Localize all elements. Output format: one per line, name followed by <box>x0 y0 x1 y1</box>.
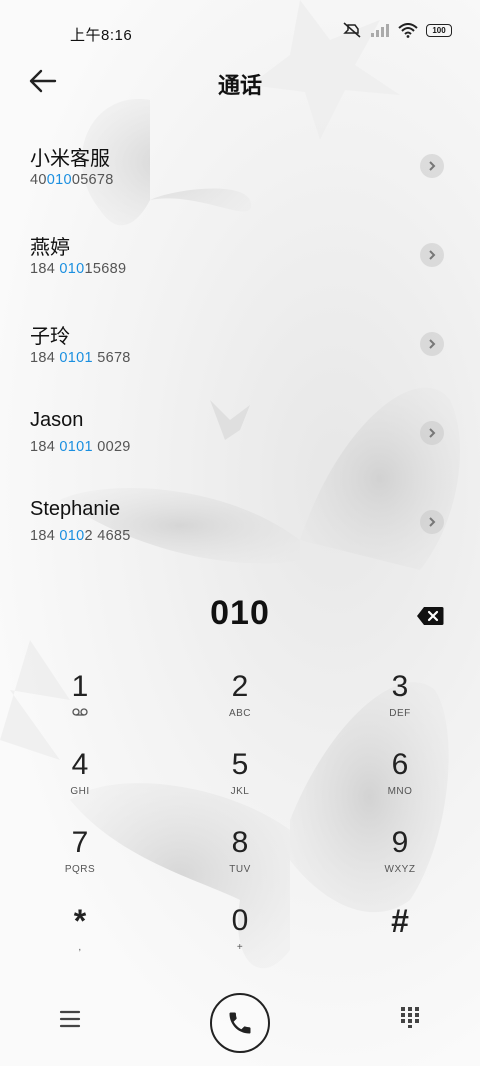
voicemail-icon <box>20 708 140 719</box>
contact-name: 燕婷 <box>30 237 70 259</box>
key-1[interactable]: 1 <box>20 670 140 748</box>
menu-icon[interactable] <box>58 1008 82 1030</box>
contact-number: 184 0101 0029 <box>30 439 131 455</box>
battery-icon: 100 <box>426 23 452 37</box>
key-6[interactable]: 6 MNO <box>340 748 460 826</box>
contact-name: 小米客服 <box>30 148 110 170</box>
key-9[interactable]: 9 WXYZ <box>340 826 460 904</box>
contact-name: Jason <box>30 409 84 431</box>
mute-icon <box>342 22 362 38</box>
key-8[interactable]: 8 TUV <box>180 826 300 904</box>
chevron-right-icon[interactable] <box>420 510 444 534</box>
app-header: 通话 <box>0 60 480 104</box>
contact-item[interactable]: 子玲 184 0101 5678 <box>0 304 480 393</box>
key-2[interactable]: 2 ABC <box>180 670 300 748</box>
chevron-right-icon[interactable] <box>420 154 444 178</box>
contact-item[interactable]: 小米客服 4001005678 <box>0 126 480 215</box>
contact-number: 184 0102 4685 <box>30 528 131 544</box>
chevron-right-icon[interactable] <box>420 243 444 267</box>
key-0[interactable]: 0 + <box>180 904 300 982</box>
contact-list: 小米客服 4001005678 燕婷 184 01015689 子玲 184 0… <box>0 126 480 571</box>
status-bar: 上午8:16 100 <box>0 0 480 64</box>
dialed-number[interactable]: 010 <box>0 594 480 633</box>
bottom-bar <box>0 990 480 1056</box>
key-4[interactable]: 4 GHI <box>20 748 140 826</box>
contact-item[interactable]: Stephanie 184 0102 4685 <box>0 482 480 571</box>
contact-item[interactable]: Jason 184 0101 0029 <box>0 393 480 482</box>
call-button[interactable] <box>210 993 270 1053</box>
contact-name: 子玲 <box>30 326 70 348</box>
wifi-icon <box>398 22 418 38</box>
key-7[interactable]: 7 PQRS <box>20 826 140 904</box>
key-5[interactable]: 5 JKL <box>180 748 300 826</box>
contact-number: 4001005678 <box>30 172 114 188</box>
contact-number: 184 0101 5678 <box>30 350 131 366</box>
dial-entry: 010 <box>0 592 480 642</box>
key-hash[interactable]: # <box>340 904 460 982</box>
phone-icon <box>229 1012 251 1034</box>
status-icons: 100 <box>342 22 452 38</box>
key-star[interactable]: *, <box>20 904 140 982</box>
status-time: 上午8:16 <box>70 27 133 44</box>
dialpad-icon[interactable] <box>400 1006 420 1028</box>
page-title: 通话 <box>217 73 262 98</box>
contact-item[interactable]: 燕婷 184 01015689 <box>0 215 480 304</box>
backspace-icon[interactable] <box>416 606 444 626</box>
contact-number: 184 01015689 <box>30 261 127 277</box>
signal-icon <box>370 23 390 37</box>
key-3[interactable]: 3 DEF <box>340 670 460 748</box>
chevron-right-icon[interactable] <box>420 332 444 356</box>
chevron-right-icon[interactable] <box>420 421 444 445</box>
contact-name: Stephanie <box>30 498 121 520</box>
